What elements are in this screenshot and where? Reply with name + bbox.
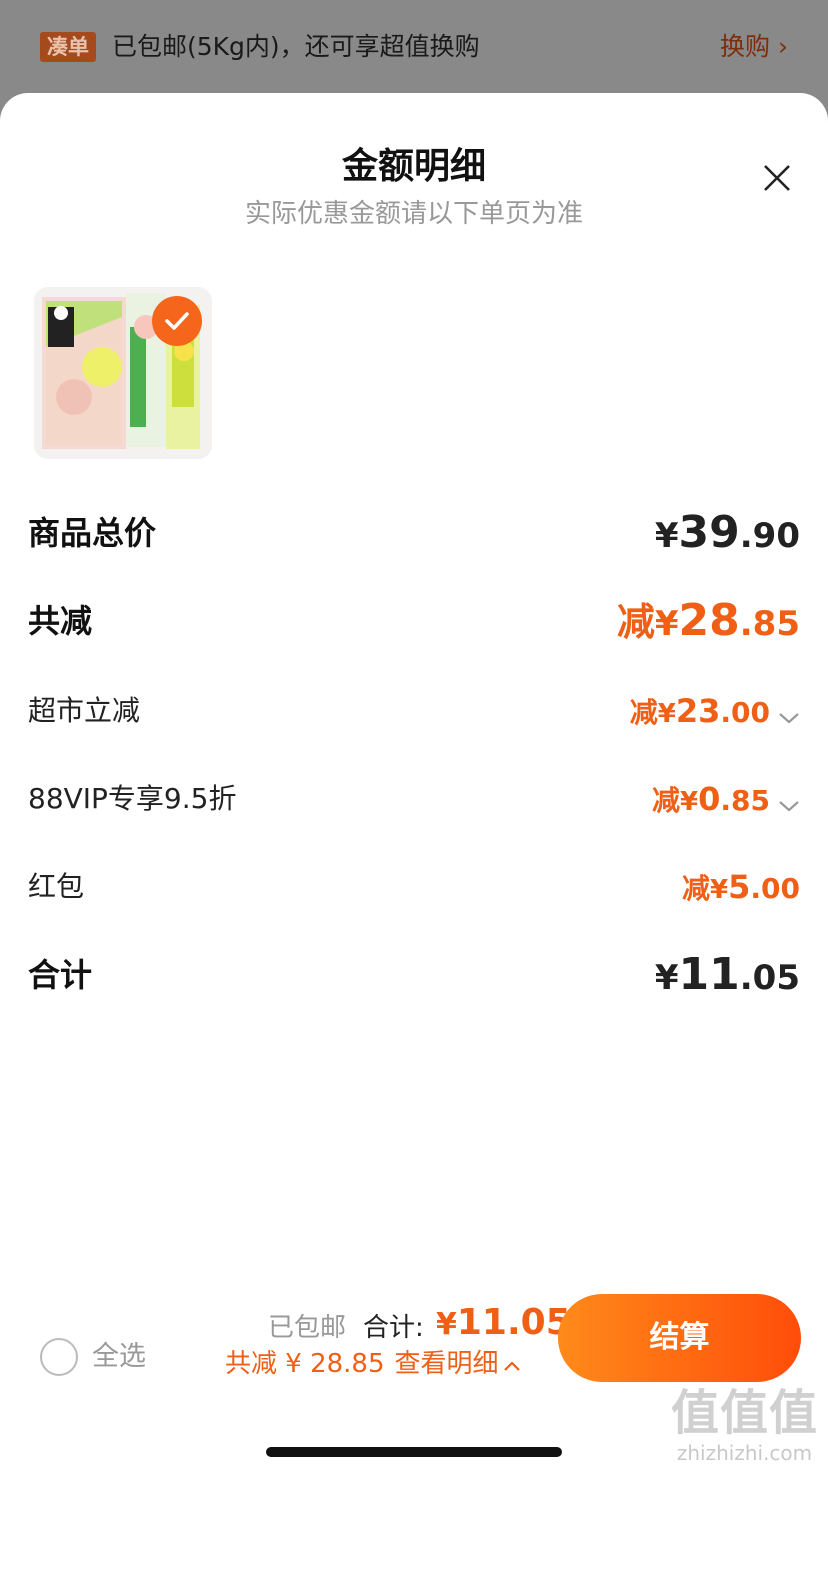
- total-amount: ¥11.05: [436, 1302, 571, 1343]
- top-banner[interactable]: 凑单 已包邮(5Kg内)，还可享超值换购 换购 ›: [0, 0, 828, 100]
- red-packet-amount: 减¥5.00: [682, 868, 800, 906]
- supermarket-discount-label: 超市立减: [28, 694, 141, 727]
- select-all-label[interactable]: 全选: [92, 1338, 146, 1376]
- grand-total-row: 合计 ¥11.05: [28, 945, 800, 1005]
- exchange-link[interactable]: 换购 ›: [720, 28, 788, 66]
- goods-total-amount: ¥39.90: [654, 507, 800, 558]
- chevron-down-icon[interactable]: [778, 799, 800, 813]
- goods-total-row: 商品总价 ¥39.90: [28, 503, 800, 563]
- supermarket-discount-row[interactable]: 超市立减 减¥23.00: [28, 681, 800, 741]
- chevron-down-icon[interactable]: [778, 711, 800, 725]
- total-reduce-row: 共减 减¥28.85: [28, 591, 800, 651]
- vip-discount-row[interactable]: 88VIP专享9.5折 减¥0.85: [28, 769, 800, 829]
- vip-discount-amount[interactable]: 减¥0.85: [652, 769, 800, 835]
- close-icon[interactable]: [762, 163, 792, 193]
- checkout-button[interactable]: 结算: [558, 1294, 801, 1382]
- coudan-tag: 凑单: [40, 32, 96, 62]
- red-packet-label: 红包: [28, 870, 85, 903]
- watermark: 值值值 zhizhizhi.com: [671, 1385, 818, 1465]
- shipping-label: 已包邮: [268, 1313, 347, 1343]
- banner-text: 已包邮(5Kg内)，还可享超值换购: [112, 32, 480, 61]
- red-packet-row: 红包 减¥5.00: [28, 857, 800, 917]
- home-indicator: [266, 1447, 562, 1457]
- grand-total-label: 合计: [28, 956, 93, 994]
- goods-total-label: 商品总价: [28, 514, 157, 552]
- watermark-url: zhizhizhi.com: [676, 1441, 813, 1465]
- selected-check-icon[interactable]: [152, 296, 202, 346]
- sheet-title: 金额明细: [341, 146, 486, 187]
- watermark-logo: 值值值: [670, 1385, 818, 1441]
- reduce-summary[interactable]: 共减 ¥ 28.85 查看明细: [225, 1346, 521, 1382]
- reduce-text: 共减 ¥ 28.85: [225, 1349, 385, 1379]
- total-reduce-label: 共减: [28, 602, 93, 640]
- total-reduce-amount: 减¥28.85: [616, 595, 800, 646]
- total-label: 合计:: [363, 1313, 424, 1343]
- grand-total-amount: ¥11.05: [654, 949, 800, 1000]
- supermarket-discount-amount[interactable]: 减¥23.00: [630, 681, 800, 747]
- sheet-subtitle: 实际优惠金额请以下单页为准: [244, 199, 583, 229]
- view-detail-link[interactable]: 查看明细: [395, 1349, 499, 1379]
- select-all-radio[interactable]: [40, 1338, 78, 1376]
- vip-discount-label: 88VIP专享9.5折: [28, 782, 237, 815]
- chevron-up-icon[interactable]: [503, 1360, 521, 1372]
